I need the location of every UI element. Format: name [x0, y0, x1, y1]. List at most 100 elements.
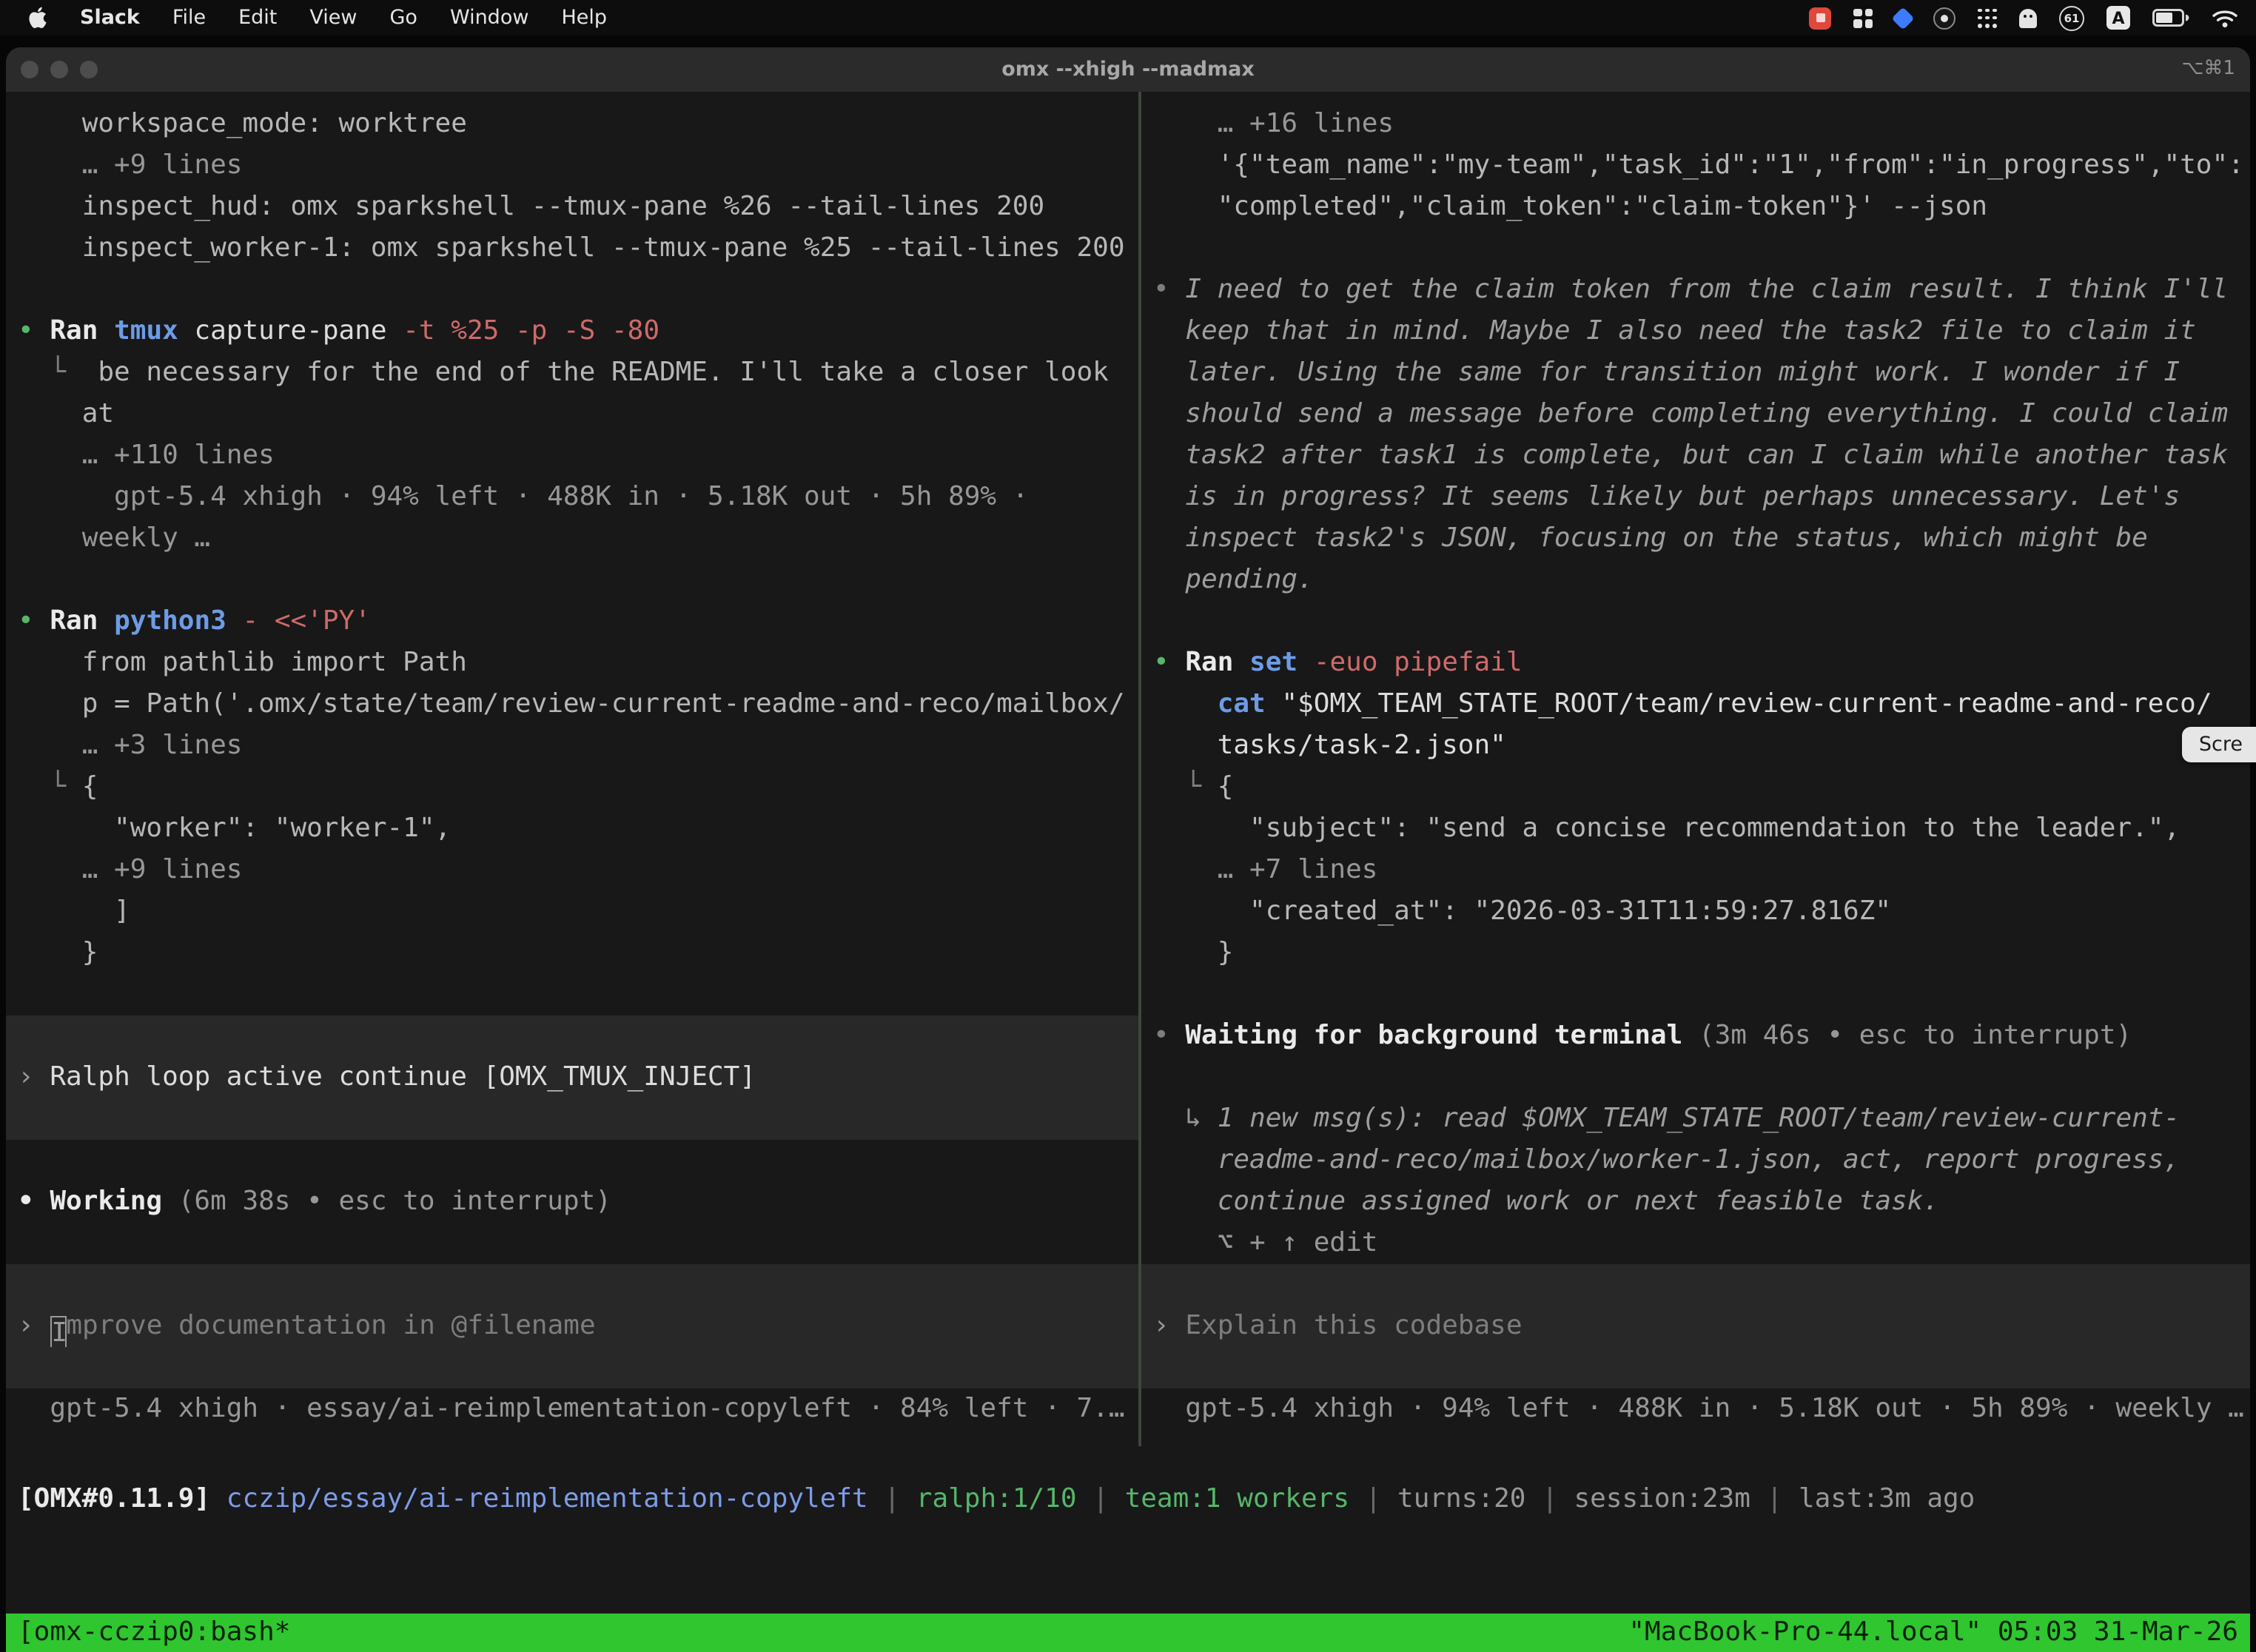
prompt-input-band[interactable]: › Explain this codebase — [1141, 1264, 2250, 1389]
battery-icon[interactable] — [2152, 9, 2189, 27]
terminal-line: • I need to get the claim token from the… — [1141, 269, 2250, 311]
desktop: Slack File Edit View Go Window Help 61 A — [0, 0, 2256, 1652]
terminal-line: } — [1141, 933, 2250, 974]
terminal-line: • Working (6m 38s • esc to interrupt) — [6, 1181, 1138, 1223]
terminal-line: workspace_mode: worktree — [6, 104, 1138, 145]
terminal-line: [OMX#0.11.9] cczip/essay/ai-reimplementa… — [6, 1479, 2250, 1520]
terminal-line: ↳ 1 new msg(s): read $OMX_TEAM_STATE_ROO… — [1141, 1098, 2250, 1140]
menu-item-file[interactable]: File — [172, 6, 206, 30]
terminal-line: … +9 lines — [6, 145, 1138, 187]
terminal-line: cat "$OMX_TEAM_STATE_ROOT/team/review-cu… — [1141, 684, 2250, 725]
terminal-line: ⌥ + ↑ edit — [1141, 1223, 2250, 1264]
prompt-input-band[interactable]: › Improve documentation in @filename — [6, 1264, 1138, 1389]
menu-item-view[interactable]: View — [309, 6, 357, 30]
terminal-line: └ { — [6, 767, 1138, 808]
terminal-line: later. Using the same for transition mig… — [1141, 352, 2250, 394]
terminal-line — [6, 974, 1138, 1015]
terminal-line — [6, 1264, 1138, 1306]
terminal-line: … +110 lines — [6, 435, 1138, 477]
terminal-line: • Ran python3 - <<'PY' — [6, 601, 1138, 642]
terminal-line: › Explain this codebase — [1141, 1306, 2250, 1347]
tmux-panes: workspace_mode: worktree … +9 lines insp… — [6, 92, 2250, 1446]
window-tiles-icon[interactable] — [1853, 8, 1873, 27]
menu-item-window[interactable]: Window — [450, 6, 528, 30]
terminal-line: keep that in mind. Maybe I also need the… — [1141, 311, 2250, 352]
screen-capture-toast[interactable]: Scre — [2183, 727, 2256, 762]
terminal-line: inspect_hud: omx sparkshell --tmux-pane … — [6, 187, 1138, 228]
wifi-icon[interactable] — [2212, 8, 2238, 27]
terminal-line — [1141, 974, 2250, 1015]
terminal-line: continue assigned work or next feasible … — [1141, 1181, 2250, 1223]
text-cursor: I — [50, 1316, 66, 1347]
window-title: omx --xhigh --madmax — [6, 47, 2250, 92]
terminal-line — [1141, 228, 2250, 269]
output-block: • Working (6m 38s • esc to interrupt) — [6, 1140, 1138, 1264]
terminal-line — [6, 560, 1138, 601]
terminal-line: weekly … — [6, 518, 1138, 560]
terminal-line — [6, 1223, 1138, 1264]
terminal-line: tasks/task-2.json" — [1141, 725, 2250, 767]
terminal-line: "completed","claim_token":"claim-token"}… — [1141, 187, 2250, 228]
menu-item-go[interactable]: Go — [390, 6, 417, 30]
window-title-bar[interactable]: omx --xhigh --madmax ⌥⌘1 — [6, 47, 2250, 93]
output-block: workspace_mode: worktree … +9 lines insp… — [6, 104, 1138, 1015]
terminal-line: task2 after task1 is complete, but can I… — [1141, 435, 2250, 477]
terminal-pane-right[interactable]: … +16 lines '{"team_name":"my-team","tas… — [1141, 92, 2250, 1446]
terminal-pane-left[interactable]: workspace_mode: worktree … +9 lines insp… — [6, 92, 1138, 1446]
output-block: [OMX#0.11.9] cczip/essay/ai-reimplementa… — [6, 1479, 2250, 1520]
menu-item-help[interactable]: Help — [561, 6, 607, 30]
app-icon-dark[interactable] — [1933, 7, 1955, 29]
terminal-line: … +9 lines — [6, 850, 1138, 891]
output-block: gpt-5.4 xhigh · 94% left · 488K in · 5.1… — [1141, 1389, 2250, 1430]
terminal-line: • Waiting for background terminal (3m 46… — [1141, 1015, 2250, 1057]
terminal-line — [1141, 601, 2250, 642]
terminal-line: └ be necessary for the end of the README… — [6, 352, 1138, 394]
input-source-icon[interactable]: A — [2106, 6, 2130, 30]
screen-recording-indicator-icon[interactable] — [1809, 7, 1831, 29]
window-shortcut-badge: ⌥⌘1 — [2181, 47, 2235, 92]
terminal-line: from pathlib import Path — [6, 642, 1138, 684]
terminal-line — [6, 269, 1138, 311]
terminal-line — [6, 1098, 1138, 1140]
terminal-line — [6, 1347, 1138, 1389]
terminal-line: › Improve documentation in @filename — [6, 1306, 1138, 1347]
tmux-host-clock: "MacBook-Pro-44.local" 05:03 31-Mar-26 — [1628, 1614, 2238, 1652]
terminal-line: … +7 lines — [1141, 850, 2250, 891]
apple-menu-icon[interactable] — [27, 6, 47, 30]
tmux-status-bar: [omx-cczip0:bash* "MacBook-Pro-44.local"… — [6, 1614, 2250, 1652]
terminal-line: • Ran set -euo pipefail — [1141, 642, 2250, 684]
terminal-line: } — [6, 933, 1138, 974]
terminal-line: "worker": "worker-1", — [6, 808, 1138, 850]
terminal-line: gpt-5.4 xhigh · 94% left · 488K in · 5.1… — [6, 477, 1138, 518]
terminal-line — [1141, 1264, 2250, 1306]
terminal-line — [1141, 1057, 2250, 1098]
battery-percentage-badge[interactable]: 61 — [2059, 5, 2084, 30]
terminal-line: '{"team_name":"my-team","task_id":"1","f… — [1141, 145, 2250, 187]
terminal-line: pending. — [1141, 560, 2250, 601]
app-icon-blue[interactable] — [1895, 10, 1911, 26]
tmux-session-window: [omx-cczip0:bash* — [18, 1614, 290, 1652]
terminal-line — [6, 1015, 1138, 1057]
terminal-line: p = Path('.omx/state/team/review-current… — [6, 684, 1138, 725]
terminal-line: "created_at": "2026-03-31T11:59:27.816Z" — [1141, 891, 2250, 933]
ghost-icon[interactable] — [2019, 8, 2037, 27]
menu-app-title[interactable]: Slack — [80, 6, 140, 30]
terminal-line: ] — [6, 891, 1138, 933]
terminal-line: › Ralph loop active continue [OMX_TMUX_I… — [6, 1057, 1138, 1098]
terminal-line: should send a message before completing … — [1141, 394, 2250, 435]
output-block: gpt-5.4 xhigh · essay/ai-reimplementatio… — [6, 1389, 1138, 1430]
terminal-line — [6, 1140, 1138, 1181]
injected-message-band: › Ralph loop active continue [OMX_TMUX_I… — [6, 1015, 1138, 1140]
menu-item-edit[interactable]: Edit — [238, 6, 277, 30]
terminal-line — [1141, 1347, 2250, 1389]
terminal-line: is in progress? It seems likely but perh… — [1141, 477, 2250, 518]
dots-grid-icon[interactable] — [1978, 8, 1997, 27]
menu-bar: Slack File Edit View Go Window Help 61 A — [0, 0, 2256, 36]
terminal-line: gpt-5.4 xhigh · essay/ai-reimplementatio… — [6, 1389, 1138, 1430]
terminal-line: inspect_worker-1: omx sparkshell --tmux-… — [6, 228, 1138, 269]
terminal-window: omx --xhigh --madmax ⌥⌘1 workspace_mode:… — [6, 47, 2250, 1652]
terminal-line: at — [6, 394, 1138, 435]
terminal-line: inspect task2's JSON, focusing on the st… — [1141, 518, 2250, 560]
terminal-line: • Ran tmux capture-pane -t %25 -p -S -80 — [6, 311, 1138, 352]
output-block: … +16 lines '{"team_name":"my-team","tas… — [1141, 104, 2250, 1264]
